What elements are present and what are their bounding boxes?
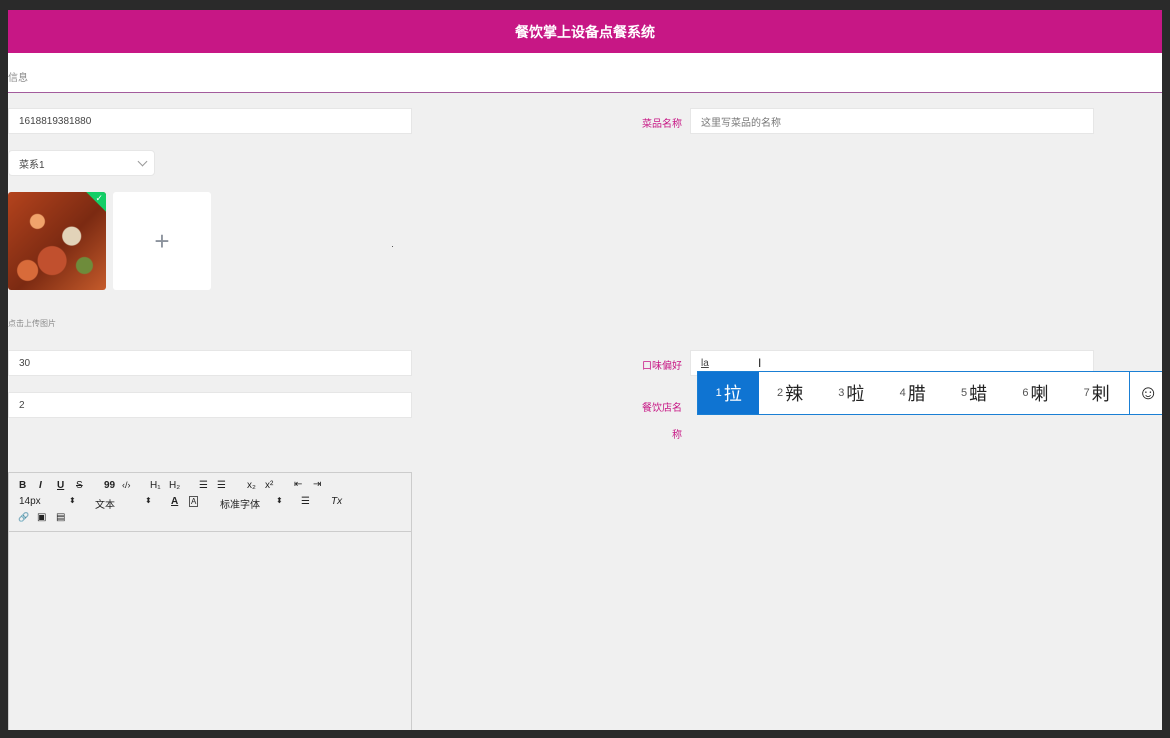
text-cursor-icon: I	[758, 356, 762, 370]
ime-candidate-bar: 1 拉 2 辣 3 啦 4 腊 5 蜡 6 喇 7 剌 ☺	[697, 371, 1162, 415]
ime-candidate-char: 腊	[907, 384, 926, 404]
restaurant-name-label-wrap: 称	[672, 430, 682, 441]
ime-candidate-char: 啦	[846, 384, 865, 404]
strikethrough-button[interactable]: S	[76, 480, 83, 491]
background-color-button[interactable]: A	[189, 496, 199, 507]
stray-dot	[392, 246, 393, 247]
ime-candidate-5[interactable]: 5 蜡	[943, 372, 1004, 414]
ime-candidate-6[interactable]: 6 喇	[1005, 372, 1066, 414]
font-family-arrow-icon[interactable]: ⬍	[276, 496, 283, 505]
bullet-list-button[interactable]: ☰	[217, 480, 226, 491]
ime-candidate-char: 拉	[723, 384, 742, 404]
heading2-button[interactable]: H₂	[169, 480, 180, 491]
restaurant-name-label: 餐饮店名	[642, 403, 682, 414]
ime-candidate-2[interactable]: 2 辣	[759, 372, 820, 414]
ime-candidate-num: 2	[776, 387, 784, 399]
image-upload-button[interactable]: +	[113, 192, 211, 290]
ime-candidate-char: 喇	[1030, 384, 1049, 404]
ime-candidate-char: 辣	[785, 384, 804, 404]
outdent-button[interactable]: ⇤	[294, 479, 302, 490]
ime-candidate-num: 4	[899, 387, 906, 399]
breadcrumb-text: 信息	[8, 73, 28, 84]
heading1-button[interactable]: H₁	[150, 480, 161, 491]
ordered-list-button[interactable]: ☰	[199, 480, 208, 491]
ime-candidate-num: 6	[1022, 387, 1029, 399]
ime-candidate-1[interactable]: 1 拉	[698, 372, 760, 414]
indent-button[interactable]: ⇥	[313, 479, 321, 490]
category-select[interactable]: 菜系1	[8, 150, 155, 176]
editor-content-area[interactable]	[9, 532, 411, 730]
clear-format-button[interactable]: Tx	[331, 496, 342, 507]
subscript-button[interactable]: x₂	[247, 480, 256, 491]
editor-toolbar: B I U S 99 ‹/› H₁ H₂ ☰ ☰ x₂ x² ⇤ ⇥ 14px …	[9, 473, 411, 532]
ime-candidate-num: 7	[1083, 387, 1090, 399]
rich-text-editor: B I U S 99 ‹/› H₁ H₂ ☰ ☰ x₂ x² ⇤ ⇥ 14px …	[8, 472, 412, 730]
app-header: 餐饮掌上设备点餐系统	[8, 10, 1162, 53]
ime-candidate-7[interactable]: 7 剌	[1066, 372, 1127, 414]
quantity-input-value: 2	[19, 399, 25, 411]
id-input[interactable]: 1618819381880	[8, 108, 412, 134]
ime-candidate-num: 1	[715, 387, 722, 399]
quantity-input[interactable]: 2	[8, 392, 412, 418]
align-button[interactable]: ☰	[301, 496, 310, 507]
dish-name-input[interactable]: 这里写菜品的名称	[690, 108, 1094, 134]
font-size-arrow-icon[interactable]: ⬍	[69, 496, 76, 505]
text-style-arrow-icon[interactable]: ⬍	[145, 496, 152, 505]
text-style-select[interactable]: 文本	[95, 496, 115, 511]
check-icon: ✓	[95, 193, 103, 203]
uploaded-dish-image[interactable]: ✓	[8, 192, 106, 290]
ime-candidate-num: 5	[960, 387, 968, 399]
ime-candidate-char: 蜡	[969, 384, 988, 404]
ime-candidate-3[interactable]: 3 啦	[821, 372, 882, 414]
price-input-value: 30	[19, 357, 31, 369]
app-title: 餐饮掌上设备点餐系统	[515, 23, 655, 40]
chevron-down-icon	[137, 156, 148, 167]
bold-button[interactable]: B	[19, 480, 26, 491]
app-screen: 餐饮掌上设备点餐系统 信息 1618819381880 菜系1 ✓ + 点击上传…	[8, 10, 1162, 730]
superscript-button[interactable]: x²	[265, 480, 273, 491]
ime-candidate-4[interactable]: 4 腊	[882, 372, 943, 414]
taste-input-value: la	[701, 357, 709, 369]
italic-button[interactable]: I	[39, 480, 42, 491]
video-icon[interactable]: ▤	[56, 512, 65, 523]
id-input-value: 1618819381880	[19, 115, 92, 127]
font-family-select[interactable]: 标准字体	[220, 496, 260, 511]
plus-icon: +	[154, 225, 170, 256]
dish-name-label: 菜品名称	[642, 119, 682, 130]
link-icon[interactable]: 🔗	[18, 512, 29, 523]
category-select-value: 菜系1	[19, 159, 45, 171]
underline-button[interactable]: U	[57, 480, 64, 491]
code-button[interactable]: ‹/›	[122, 480, 131, 490]
dish-name-placeholder: 这里写菜品的名称	[701, 117, 781, 129]
ime-candidate-char: 剌	[1091, 384, 1110, 404]
emoji-icon[interactable]: ☺	[1130, 372, 1162, 414]
image-icon[interactable]: ▣	[37, 512, 46, 523]
upload-hint: 点击上传图片	[8, 319, 56, 328]
font-color-button[interactable]: A	[171, 496, 178, 507]
font-size-select[interactable]: 14px	[19, 496, 41, 507]
ime-candidate-num: 3	[838, 387, 845, 399]
taste-label: 口味偏好	[642, 361, 682, 372]
price-input[interactable]: 30	[8, 350, 412, 376]
blockquote-button[interactable]: 99	[104, 480, 115, 491]
breadcrumb: 信息	[8, 53, 1162, 93]
